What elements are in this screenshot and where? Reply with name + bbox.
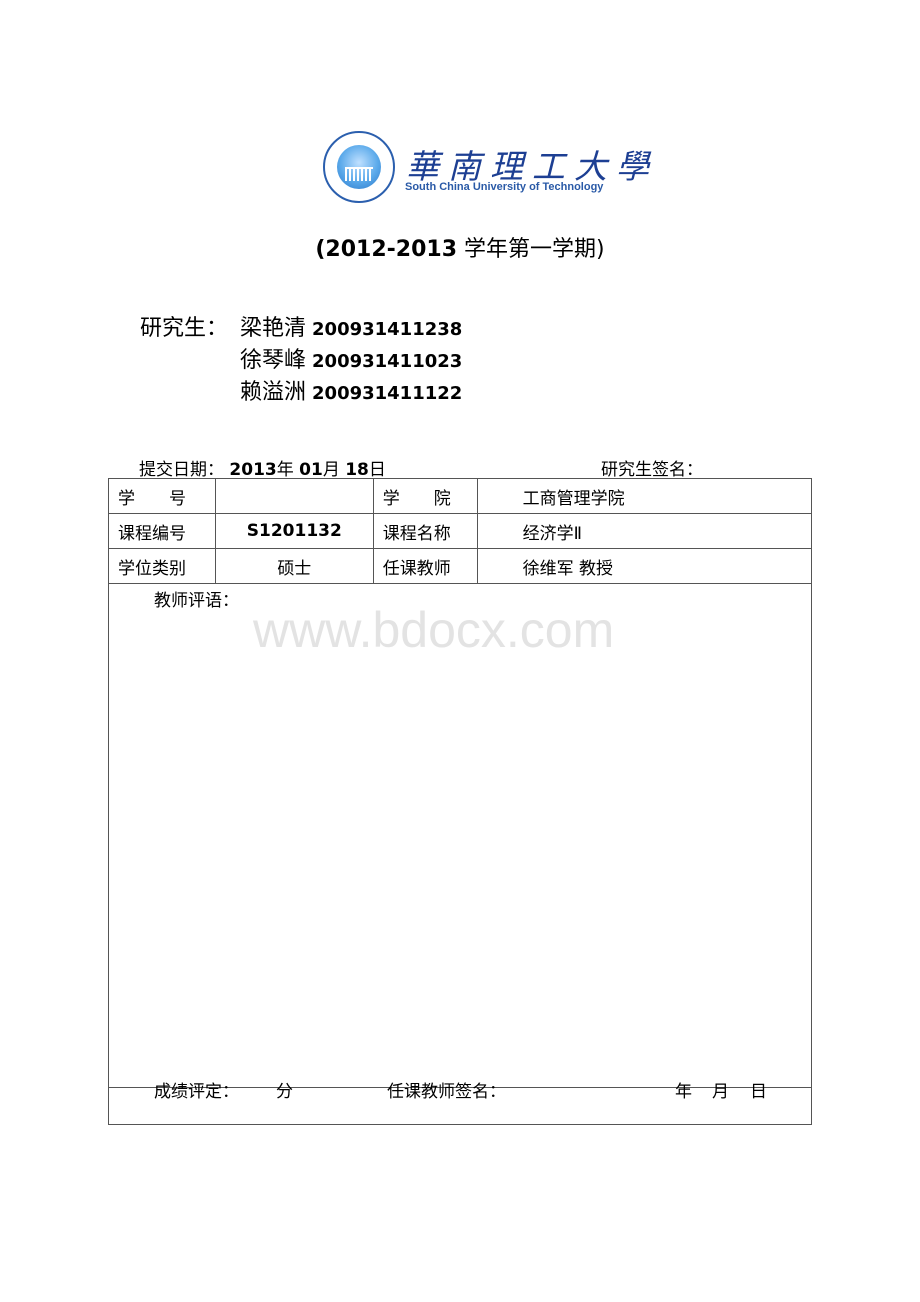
grade-label: 成绩评定：	[154, 1082, 239, 1102]
university-name-en: South China University of Technology	[405, 181, 604, 193]
sign-date-year: 年	[675, 1082, 692, 1102]
grade-unit: 分	[276, 1082, 293, 1102]
student-number-value	[214, 478, 374, 514]
teacher-comments-cell: 教师评语：	[108, 583, 812, 1088]
student-name: 梁艳清	[240, 316, 307, 341]
student-name: 徐琴峰	[240, 348, 307, 373]
table-row: 课程编号 S1201132 课程名称 经济学Ⅱ	[108, 513, 813, 549]
day-unit: 日	[368, 460, 386, 480]
footer-row: 成绩评定： 分 任课教师签名： 年 月 日	[108, 1082, 812, 1125]
teacher-label: 任课教师	[372, 548, 478, 584]
sign-date-day: 日	[750, 1082, 767, 1102]
semester-years: (2012-2013	[315, 237, 458, 262]
student-name: 赖溢洲	[240, 380, 307, 405]
sign-date-month: 月	[712, 1082, 729, 1102]
school-value: 工商管理学院	[476, 478, 813, 514]
school-label: 学 院	[372, 478, 478, 514]
teacher-value: 徐维军 教授	[476, 548, 813, 584]
degree-type-label: 学位类别	[108, 548, 216, 584]
watermark: www.bdocx.com	[253, 602, 615, 658]
student-id: 200931411023	[312, 351, 463, 372]
year-unit: 年	[276, 460, 294, 480]
degree-type-value: 硕士	[214, 548, 374, 584]
course-code-value: S1201132	[214, 513, 374, 549]
submission-month: 01	[299, 460, 323, 480]
table-row: 学 号 学 院 工商管理学院	[108, 478, 813, 514]
course-code-label: 课程编号	[108, 513, 216, 549]
university-emblem-icon	[323, 131, 395, 203]
course-name-value: 经济学Ⅱ	[476, 513, 813, 549]
student-id: 200931411238	[312, 319, 463, 340]
grading-footer: 成绩评定： 分 任课教师签名： 年 月 日	[108, 1082, 812, 1125]
submission-date: 提交日期： 2013年 01月 18日	[139, 455, 386, 480]
student-signature-label: 研究生签名：	[601, 460, 703, 480]
comments-row: 教师评语：	[108, 583, 812, 1088]
month-unit: 月	[322, 460, 340, 480]
student-entry: 徐琴峰 200931411023	[240, 342, 462, 374]
emblem-gate-graphic	[345, 167, 373, 181]
semester-term: 学年第一学期)	[457, 237, 605, 262]
submission-year: 2013	[229, 460, 277, 480]
student-entry: 赖溢洲 200931411122	[240, 374, 462, 406]
submission-date-label: 提交日期：	[139, 460, 224, 480]
student-entry: 梁艳清 200931411238	[240, 310, 462, 342]
teacher-comments-label: 教师评语：	[154, 591, 239, 611]
student-number-label: 学 号	[108, 478, 216, 514]
teacher-signature-label: 任课教师签名：	[387, 1082, 506, 1102]
submission-day: 18	[345, 460, 369, 480]
course-info-table: 学 号 学 院 工商管理学院 课程编号 S1201132 课程名称 经济学Ⅱ 学…	[108, 478, 813, 1125]
table-row: 学位类别 硕士 任课教师 徐维军 教授	[108, 548, 813, 584]
student-id: 200931411122	[312, 383, 463, 404]
students-label: 研究生：	[140, 316, 229, 341]
course-name-label: 课程名称	[372, 513, 478, 549]
semester-title: (2012-2013 学年第一学期)	[0, 231, 920, 263]
